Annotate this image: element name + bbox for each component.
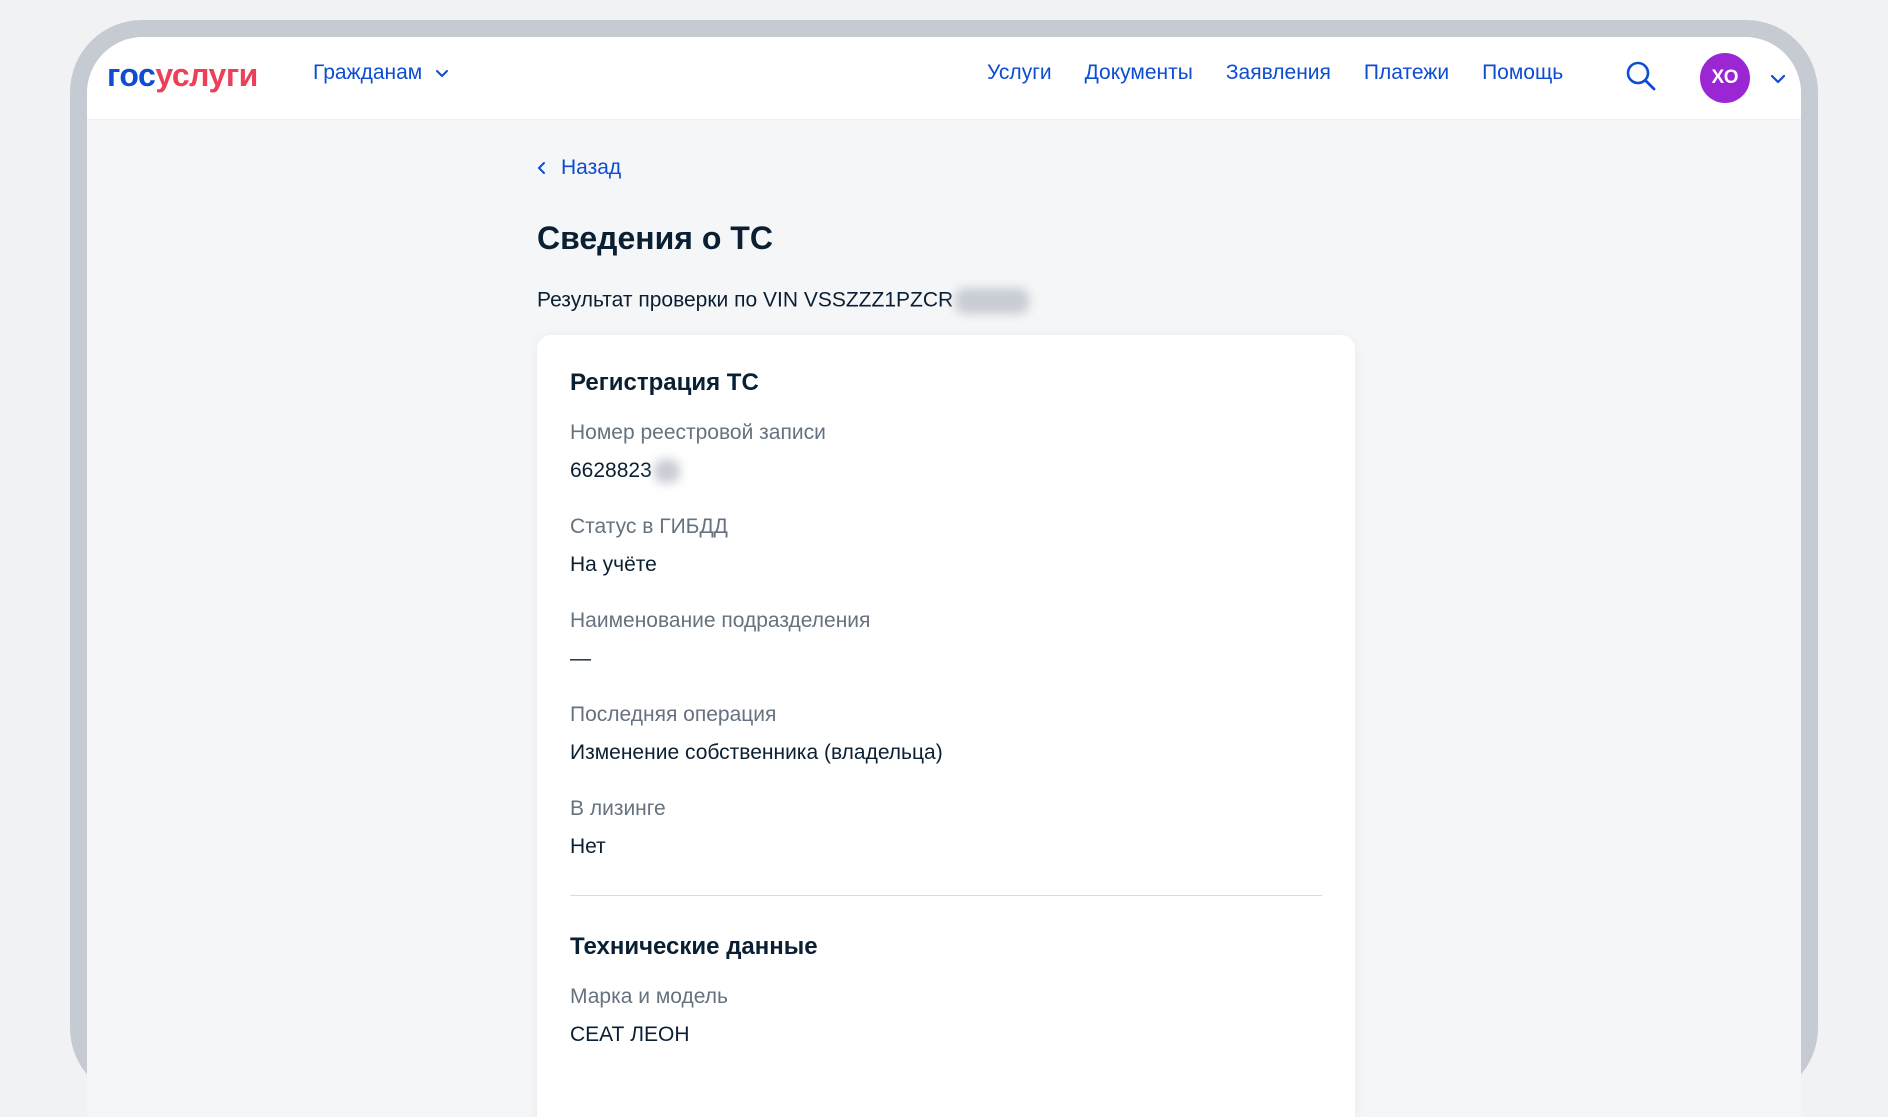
logo-part-gos: гос <box>107 57 156 93</box>
make-model-label: Марка и модель <box>570 985 728 1008</box>
registry-number-redacted <box>653 459 680 484</box>
section-title-registration: Регистрация ТС <box>570 369 759 396</box>
nav-documents[interactable]: Документы <box>1085 61 1193 85</box>
section-title-technical: Технические данные <box>570 933 818 960</box>
leasing-label: В лизинге <box>570 797 666 820</box>
search-icon[interactable] <box>1624 59 1658 93</box>
last-operation-label: Последняя операция <box>570 703 777 726</box>
chevron-left-icon <box>538 162 545 174</box>
vin-text: Результат проверки по VIN VSSZZZ1PZCR <box>537 288 954 312</box>
chevron-down-icon[interactable] <box>1769 70 1787 88</box>
back-link[interactable]: Назад <box>537 156 621 180</box>
audience-dropdown[interactable]: Гражданам <box>313 61 450 85</box>
screen: госуслуги Гражданам Услуги Документы Зая… <box>87 37 1801 1117</box>
vehicle-info-card: Регистрация ТС Номер реестровой записи 6… <box>537 335 1355 1117</box>
main-nav: Услуги Документы Заявления Платежи Помощ… <box>987 61 1563 85</box>
nav-help[interactable]: Помощь <box>1482 61 1563 85</box>
top-header: госуслуги Гражданам Услуги Документы Зая… <box>87 37 1801 120</box>
device-frame: госуслуги Гражданам Услуги Документы Зая… <box>70 20 1818 1117</box>
last-operation-value: Изменение собственника (владельца) <box>570 741 943 764</box>
audience-label: Гражданам <box>313 61 423 84</box>
avatar[interactable]: ХО <box>1700 53 1750 103</box>
page-title: Сведения о ТС <box>537 220 773 256</box>
vin-result-line: Результат проверки по VIN VSSZZZ1PZCR <box>537 288 1030 314</box>
back-label: Назад <box>561 156 622 179</box>
nav-payments[interactable]: Платежи <box>1364 61 1449 85</box>
registry-number-value: 6628823 <box>570 459 680 484</box>
logo-part-uslugi: услуги <box>155 57 258 93</box>
gosuslugi-logo[interactable]: госуслуги <box>107 57 258 94</box>
division-name-value: — <box>570 647 591 670</box>
leasing-value: Нет <box>570 835 606 858</box>
registry-number-text: 6628823 <box>570 459 652 482</box>
nav-applications[interactable]: Заявления <box>1226 61 1331 85</box>
registry-number-label: Номер реестровой записи <box>570 421 826 444</box>
nav-services[interactable]: Услуги <box>987 61 1052 85</box>
section-divider <box>570 895 1322 896</box>
make-model-value: СЕАТ ЛЕОН <box>570 1023 690 1046</box>
gibdd-status-value: На учёте <box>570 553 657 576</box>
gibdd-status-label: Статус в ГИБДД <box>570 515 728 538</box>
division-name-label: Наименование подразделения <box>570 609 871 632</box>
vin-redacted <box>955 288 1030 314</box>
chevron-down-icon <box>436 70 449 77</box>
